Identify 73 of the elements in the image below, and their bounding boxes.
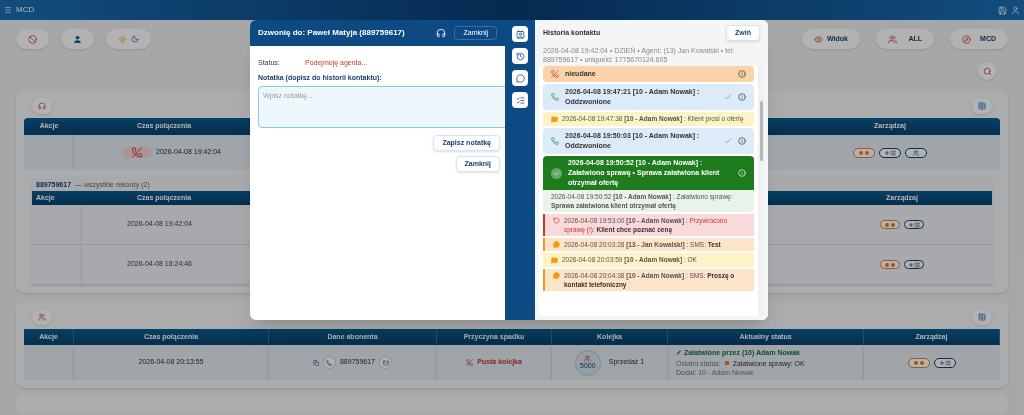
note-icon xyxy=(551,115,558,123)
save-icon[interactable] xyxy=(998,5,1007,15)
phone-icon xyxy=(551,137,559,145)
group-icon xyxy=(888,34,897,44)
call-button[interactable] xyxy=(322,356,336,369)
headset-icon xyxy=(38,102,46,110)
chat-icon xyxy=(553,241,560,248)
headset-button[interactable] xyxy=(32,98,52,114)
dialog-title: Dzwonię do: Paweł Matyja (889759617) xyxy=(258,27,406,39)
menu-icon[interactable] xyxy=(4,6,12,14)
user-button[interactable] xyxy=(61,29,94,49)
block-icon xyxy=(28,34,37,44)
check-icon xyxy=(551,167,562,179)
add-list-button[interactable] xyxy=(904,260,924,269)
table-button[interactable] xyxy=(972,309,992,325)
plus-icon xyxy=(939,359,945,366)
missed-call-icon xyxy=(466,359,474,366)
status-dots-button[interactable] xyxy=(908,357,930,368)
checklist-icon xyxy=(515,95,525,105)
list-icon xyxy=(914,261,920,268)
info-icon[interactable] xyxy=(738,137,746,145)
undo-icon xyxy=(553,217,560,224)
headset-icon xyxy=(436,28,447,38)
status-square-icon xyxy=(724,361,729,366)
info-icon[interactable] xyxy=(738,70,746,78)
plus-icon xyxy=(908,261,914,268)
checklist-tab[interactable] xyxy=(512,92,528,108)
list-icon xyxy=(914,221,920,228)
chat-icon xyxy=(515,73,525,83)
status-dots-button[interactable] xyxy=(880,220,900,229)
eye-icon xyxy=(814,34,823,44)
table-icon xyxy=(978,313,986,321)
list-icon xyxy=(945,359,951,366)
history-icon xyxy=(515,51,525,61)
sun-icon xyxy=(118,34,127,44)
app-title: MCD xyxy=(16,4,36,16)
search-button[interactable] xyxy=(978,62,996,80)
block-button[interactable] xyxy=(16,29,49,49)
phone-icon xyxy=(551,93,559,101)
user-icon xyxy=(73,34,82,44)
status-dots-button[interactable] xyxy=(880,260,900,269)
contact-icon xyxy=(515,29,525,39)
mail-button[interactable] xyxy=(379,356,392,369)
add-list-button[interactable] xyxy=(904,220,924,229)
group-icon xyxy=(913,149,919,156)
compass-icon xyxy=(962,34,971,44)
phone-icon xyxy=(326,359,333,366)
note-icon xyxy=(551,256,558,264)
plus-icon xyxy=(884,149,890,156)
plus-icon xyxy=(908,221,914,228)
scrollbar[interactable] xyxy=(758,66,764,316)
copy-icon[interactable] xyxy=(312,359,319,366)
contact-tab[interactable] xyxy=(512,26,528,42)
table-button[interactable] xyxy=(972,98,992,114)
info-icon[interactable] xyxy=(738,93,746,101)
mail-icon xyxy=(382,359,389,366)
user-icon[interactable] xyxy=(1011,5,1020,15)
chat-icon xyxy=(553,272,560,279)
search-icon xyxy=(982,66,992,76)
group-icon xyxy=(584,355,592,362)
group-button[interactable] xyxy=(905,147,927,158)
table-icon xyxy=(978,102,986,110)
add-list-button[interactable] xyxy=(879,147,901,158)
theme-button[interactable] xyxy=(106,29,151,49)
history-tab[interactable] xyxy=(512,48,528,64)
add-list-button[interactable] xyxy=(934,357,956,368)
chat-tab[interactable] xyxy=(512,70,528,86)
phone-off-icon xyxy=(551,70,559,78)
group-icon xyxy=(38,313,46,321)
list-icon xyxy=(890,149,896,156)
status-dots-button[interactable] xyxy=(853,147,875,158)
missed-call-icon xyxy=(122,147,152,158)
moon-icon xyxy=(131,35,139,43)
